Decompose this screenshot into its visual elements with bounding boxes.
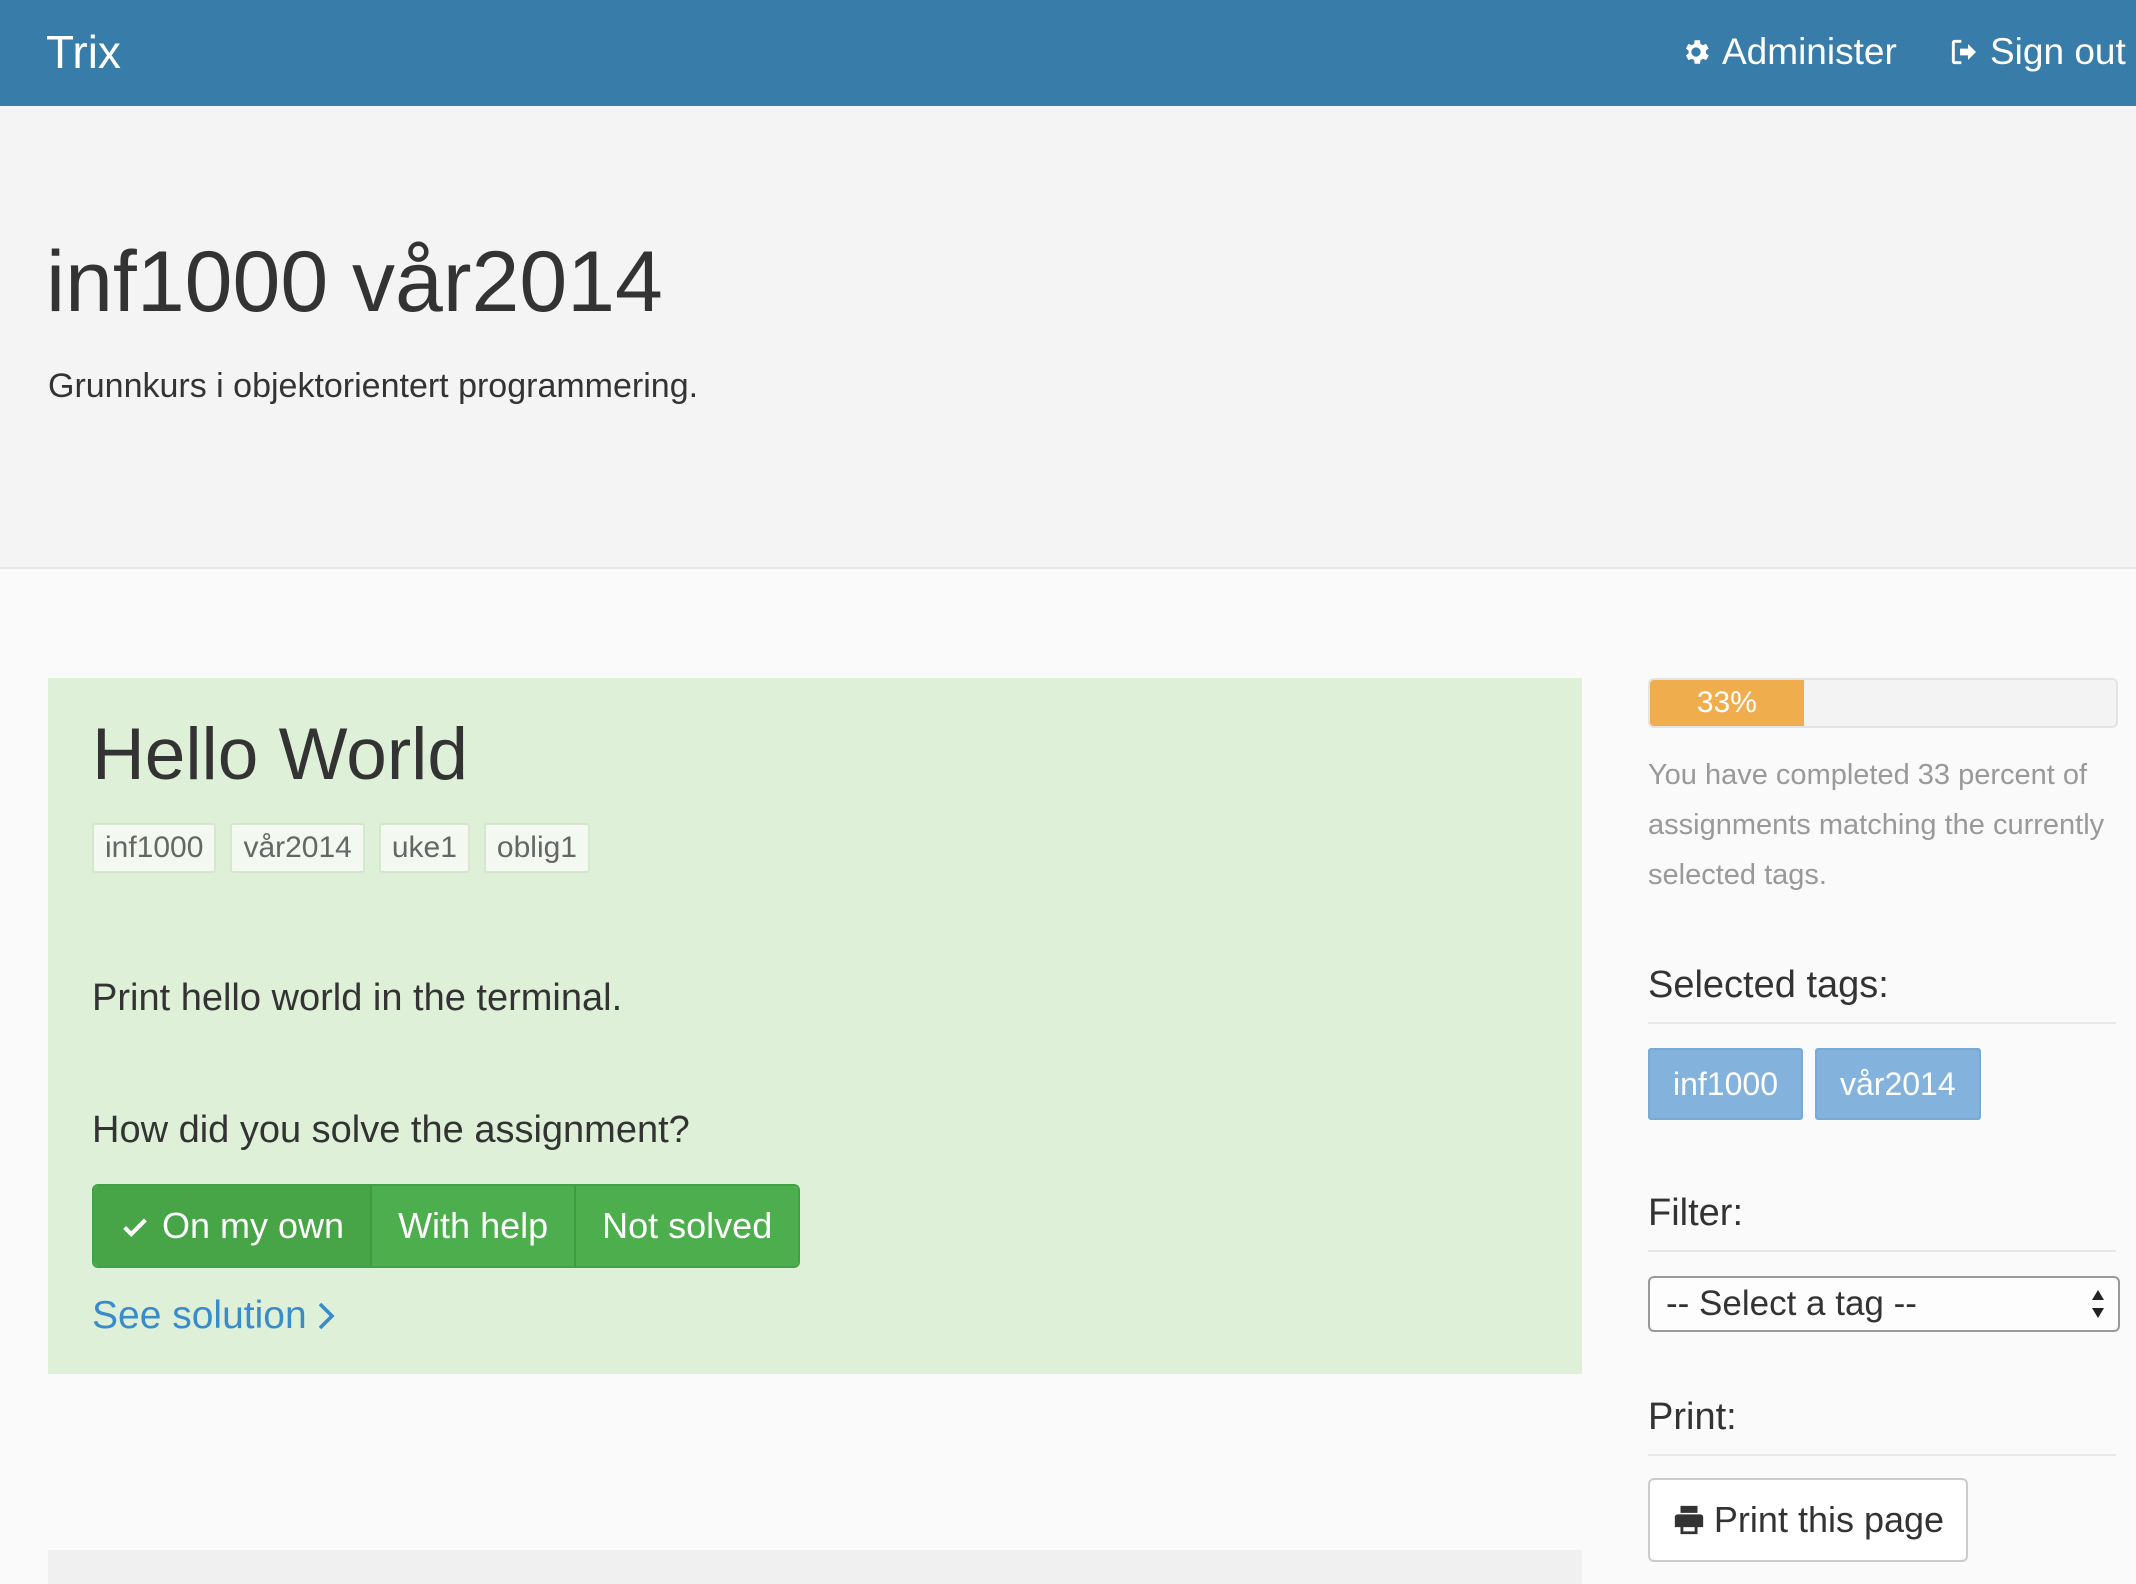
on-my-own-label: On my own xyxy=(162,1205,345,1246)
administer-link[interactable]: Administer xyxy=(1680,22,1897,82)
tag-uke1[interactable]: uke1 xyxy=(378,823,470,873)
print-heading: Print: xyxy=(1648,1392,2116,1456)
administer-label: Administer xyxy=(1722,31,1897,72)
brand-logo[interactable]: Trix xyxy=(46,22,121,82)
progress-bar: 33% xyxy=(1648,678,2118,728)
course-description: Grunnkurs i objektorientert programmerin… xyxy=(48,367,699,405)
selected-tags: inf1000 vår2014 xyxy=(1648,1048,1993,1120)
tag-inf1000[interactable]: inf1000 xyxy=(92,823,217,873)
selected-tag-var2014[interactable]: vår2014 xyxy=(1814,1048,1981,1120)
filter-heading: Filter: xyxy=(1648,1188,2116,1252)
print-icon xyxy=(1674,1505,1704,1535)
print-page-label: Print this page xyxy=(1713,1499,1945,1540)
progress-fill: 33% xyxy=(1650,680,1804,726)
tag-filter-value: -- Select a tag -- xyxy=(1666,1284,1917,1323)
selected-tags-heading: Selected tags: xyxy=(1648,960,2116,1024)
solve-question: How did you solve the assignment? xyxy=(92,1109,690,1151)
check-icon xyxy=(123,1218,147,1237)
course-header xyxy=(0,106,2136,569)
navbar: Trix Administer Sign out xyxy=(0,0,2136,106)
with-help-label: With help xyxy=(398,1205,549,1246)
assignment-title: Hello World xyxy=(92,714,468,795)
print-page-button[interactable]: Print this page xyxy=(1648,1478,1968,1562)
tag-oblig1[interactable]: oblig1 xyxy=(483,823,590,873)
sign-out-icon xyxy=(1951,39,1976,65)
solve-status-buttons: On my own With help Not solved xyxy=(92,1184,801,1268)
signout-label: Sign out xyxy=(1990,31,2126,72)
with-help-button[interactable]: With help xyxy=(370,1186,575,1266)
assignment-tags: inf1000 vår2014 uke1 oblig1 xyxy=(92,823,604,873)
signout-link[interactable]: Sign out xyxy=(1948,22,2126,82)
assignment-panel: Hello World inf1000 vår2014 uke1 oblig1 … xyxy=(48,678,1582,1374)
select-arrows-icon xyxy=(2092,1290,2104,1318)
next-assignment-panel xyxy=(48,1550,1582,1584)
gear-icon xyxy=(1685,40,1709,64)
not-solved-button[interactable]: Not solved xyxy=(574,1186,799,1266)
chevron-right-icon xyxy=(318,1302,335,1330)
not-solved-label: Not solved xyxy=(602,1205,773,1246)
see-solution-label: See solution xyxy=(92,1294,307,1337)
see-solution-link[interactable]: See solution xyxy=(92,1290,335,1342)
assignment-description: Print hello world in the terminal. xyxy=(92,977,623,1019)
tag-var2014[interactable]: vår2014 xyxy=(230,823,365,873)
selected-tag-inf1000[interactable]: inf1000 xyxy=(1648,1048,1803,1120)
on-my-own-button[interactable]: On my own xyxy=(94,1186,371,1266)
progress-help-text: You have completed 33 percent of assignm… xyxy=(1648,759,2105,891)
course-title: inf1000 vår2014 xyxy=(46,234,663,330)
tag-filter-select[interactable]: -- Select a tag -- xyxy=(1648,1276,2120,1332)
